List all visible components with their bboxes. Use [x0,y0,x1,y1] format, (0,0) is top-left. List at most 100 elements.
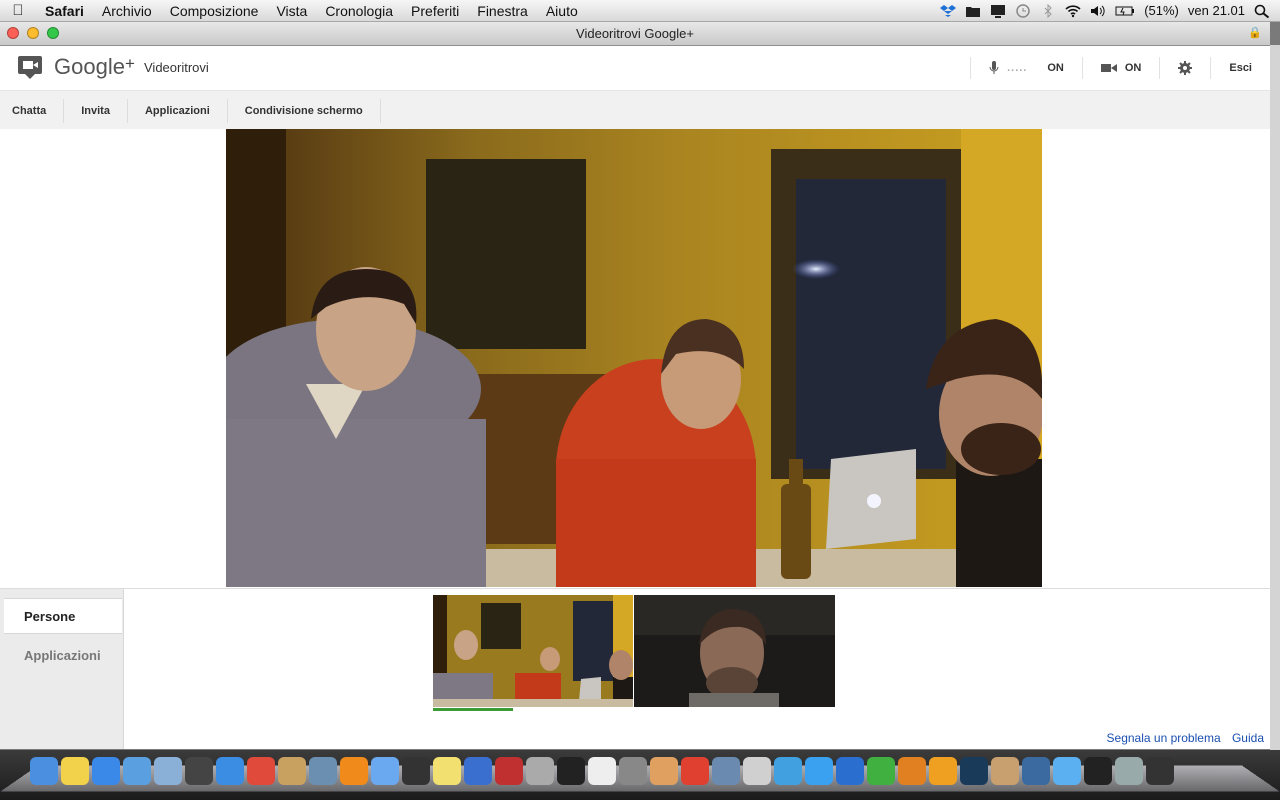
apple-icon[interactable]:  [0,2,36,19]
gear-icon [1178,61,1193,75]
dock-finder-icon[interactable] [30,757,58,785]
tab-condivisione-schermo[interactable]: Condivisione schermo [228,99,381,123]
window-edge [1270,45,1280,750]
dropbox-icon[interactable] [940,4,957,18]
menu-cronologia[interactable]: Cronologia [316,3,402,19]
dock-itunes-icon[interactable] [371,757,399,785]
participant-thumbnail[interactable] [433,595,633,707]
app-title: Videoritrovi [144,60,209,75]
screen-icon[interactable] [990,4,1006,18]
camera-state: ON [1124,62,1142,74]
dock-network-icon[interactable] [867,757,895,785]
participant-video-image [433,595,633,707]
menu-safari[interactable]: Safari [36,3,93,19]
dock-voice-icon[interactable] [588,757,616,785]
dock-vlc-icon[interactable] [340,757,368,785]
volume-icon[interactable] [1090,4,1106,18]
dock-image-capture-icon[interactable] [650,757,678,785]
bottom-panel: Persone Applicazioni Segnala un problema… [0,588,1270,749]
main-video-feed[interactable] [226,129,1042,587]
clock[interactable]: ven 21.01 [1188,3,1245,18]
lock-icon: 🔒 [1248,27,1262,39]
dock-pinwheel-icon[interactable] [774,757,802,785]
dock-book-icon[interactable] [836,757,864,785]
dock-preview-icon[interactable] [154,757,182,785]
dock-music-icon[interactable] [402,757,430,785]
microphone-toggle[interactable]: ..... ON [970,57,1082,79]
self-view-thumbnail[interactable] [634,595,835,707]
side-tabs: Persone Applicazioni [0,589,124,749]
settings-button[interactable] [1159,57,1210,79]
dock-contacts-icon[interactable] [278,757,306,785]
dock-icloud-icon[interactable] [898,757,926,785]
dock-photo-booth-icon[interactable] [464,757,492,785]
dock-mail-icon[interactable] [123,757,151,785]
self-video-image [634,595,835,707]
dock-app-store-icon[interactable] [92,757,120,785]
dock [0,750,1280,800]
dock-pen-icon[interactable] [681,757,709,785]
dock-kindle-icon[interactable] [805,757,833,785]
dock-folder-apps-icon[interactable] [1053,757,1081,785]
hangout-icon [18,56,42,79]
menu-bar:  Safari Archivio Composizione Vista Cro… [0,0,1280,22]
video-frame-image [226,129,1042,587]
tab-persone[interactable]: Persone [4,598,122,634]
dock-ical-icon[interactable] [247,757,275,785]
dock-folder-downloads-icon[interactable] [1115,757,1143,785]
video-stage [0,129,1270,587]
dock-home-icon[interactable] [557,757,585,785]
dock-keynote-icon[interactable] [712,757,740,785]
camera-toggle[interactable]: ON [1081,57,1160,79]
menu-vista[interactable]: Vista [267,3,316,19]
mic-level-meter: ..... [1007,62,1028,74]
bluetooth-icon[interactable] [1040,3,1056,18]
folder-icon[interactable] [965,4,981,18]
spotlight-icon[interactable] [1254,4,1270,18]
dock-folder-docs-icon[interactable] [1084,757,1112,785]
close-window-button[interactable] [7,27,19,39]
menu-finestra[interactable]: Finestra [468,3,537,19]
dock-pages-icon[interactable] [619,757,647,785]
tab-chatta[interactable]: Chatta [0,99,65,123]
microphone-icon [989,61,999,74]
google-plus-logo[interactable]: Google+ [54,54,135,80]
dock-sketch-icon[interactable] [960,757,988,785]
dock-bamboo-icon[interactable] [743,757,771,785]
battery-icon[interactable] [1115,4,1135,18]
tab-invita[interactable]: Invita [64,99,128,123]
dock-film-icon[interactable] [929,757,957,785]
toolbar-tabs: Chatta Invita Applicazioni Condivisione … [0,91,1270,132]
menu-composizione[interactable]: Composizione [161,3,268,19]
dock-icons [30,757,1174,785]
dock-kindle-2-icon[interactable] [991,757,1019,785]
dock-calendar-icon[interactable] [526,757,554,785]
dock-notes-icon[interactable] [433,757,461,785]
window-titlebar: Videoritrovi Google+ 🔒 [0,22,1270,46]
dock-safari-icon[interactable] [216,757,244,785]
dock-iphoto-icon[interactable] [309,757,337,785]
mic-state: ON [1047,62,1064,74]
wifi-icon[interactable] [1065,4,1081,18]
minimize-window-button[interactable] [27,27,39,39]
menu-preferiti[interactable]: Preferiti [402,3,468,19]
speaking-indicator [433,708,513,711]
camera-icon [1100,64,1117,72]
report-problem-link[interactable]: Segnala un problema [1107,731,1221,745]
dock-trash-icon[interactable] [1146,757,1174,785]
dock-gear-icon[interactable] [1022,757,1050,785]
time-machine-icon[interactable] [1015,3,1031,18]
dock-dashboard-icon[interactable] [185,757,213,785]
window-title: Videoritrovi Google+ [576,26,694,41]
tab-applicazioni[interactable]: Applicazioni [128,99,228,123]
exit-button[interactable]: Esci [1210,57,1270,79]
dock-stickies-icon[interactable] [61,757,89,785]
footer-links: Segnala un problema Guida [1099,731,1264,745]
help-link[interactable]: Guida [1232,731,1264,745]
menu-archivio[interactable]: Archivio [93,3,161,19]
menu-aiuto[interactable]: Aiuto [537,3,587,19]
zoom-window-button[interactable] [47,27,59,39]
tab-applicazioni-side[interactable]: Applicazioni [0,638,123,674]
battery-percent: (51%) [1144,3,1179,18]
dock-settings-icon[interactable] [495,757,523,785]
